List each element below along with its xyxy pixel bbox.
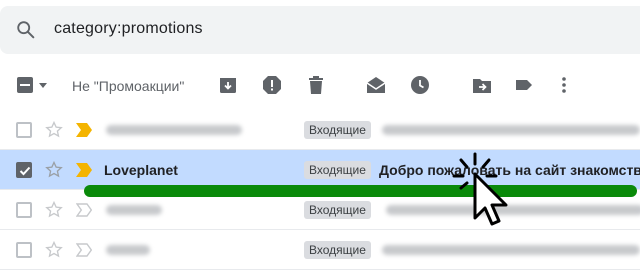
inbox-label-chip[interactable]: Входящие: [304, 241, 371, 259]
more-icon[interactable]: [552, 73, 576, 97]
row-checkbox-checked[interactable]: [16, 162, 32, 178]
row-checkbox[interactable]: [16, 202, 32, 218]
important-marker-icon[interactable]: [76, 163, 92, 177]
inbox-label-chip[interactable]: Входящие: [304, 121, 371, 139]
report-spam-icon[interactable]: [260, 73, 284, 97]
row-checkbox[interactable]: [16, 242, 32, 258]
sender-redacted: [106, 205, 162, 215]
important-marker-icon[interactable]: [76, 123, 92, 137]
mouse-pointer-icon: [452, 152, 508, 226]
row-checkbox[interactable]: [16, 122, 32, 138]
archive-icon[interactable]: [216, 73, 240, 97]
select-all-checkbox[interactable]: [14, 73, 50, 97]
star-icon[interactable]: [44, 200, 64, 220]
chevron-down-icon[interactable]: [39, 82, 47, 88]
important-marker-outline-icon[interactable]: [76, 243, 92, 257]
mark-read-icon[interactable]: [364, 73, 388, 97]
inbox-label-chip[interactable]: Входящие: [304, 161, 371, 179]
important-marker-outline-icon[interactable]: [76, 203, 92, 217]
star-icon[interactable]: [44, 240, 64, 260]
sender-name: Loveplanet: [104, 162, 178, 178]
snooze-icon[interactable]: [408, 73, 432, 97]
label-icon[interactable]: [512, 73, 536, 97]
subject-redacted: [382, 245, 640, 255]
search-icon[interactable]: [15, 19, 37, 41]
category-filter-label[interactable]: Не "Промоакции": [72, 74, 184, 98]
move-to-icon[interactable]: [470, 73, 494, 97]
inbox-label-chip[interactable]: Входящие: [304, 201, 371, 219]
sender-redacted: [106, 125, 242, 135]
delete-icon[interactable]: [304, 73, 328, 97]
email-row[interactable]: Входящие: [0, 110, 640, 150]
star-icon[interactable]: [44, 120, 64, 140]
subject-redacted: [382, 125, 640, 135]
select-all-icon: [17, 77, 33, 93]
highlight-underline: [84, 185, 637, 197]
toolbar: Не "Промоакции": [0, 62, 640, 108]
search-input[interactable]: category:promotions: [54, 20, 203, 38]
star-icon[interactable]: [44, 160, 64, 180]
email-row[interactable]: Входящие: [0, 230, 640, 270]
checkmark-icon: [19, 166, 31, 176]
sender-redacted: [106, 245, 150, 255]
search-bar[interactable]: category:promotions: [0, 6, 640, 54]
email-row-selected[interactable]: Loveplanet Входящие Добро пожаловать на …: [0, 150, 640, 190]
